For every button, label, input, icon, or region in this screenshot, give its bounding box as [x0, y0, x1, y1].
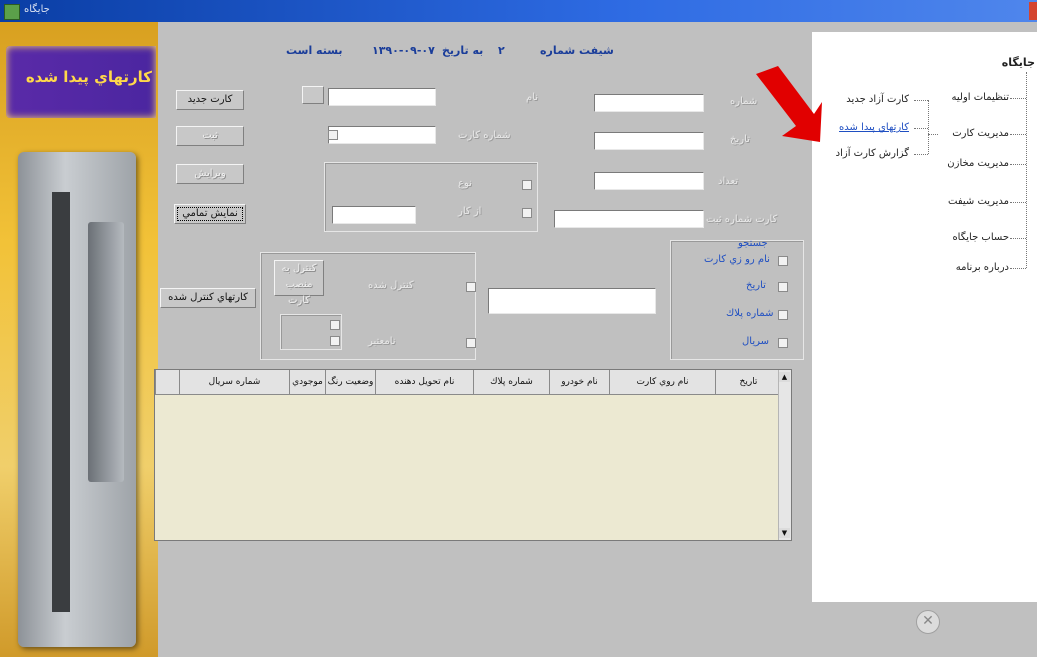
- table-header: شماره سريال موجودي وضعيت رنگ نام تحويل د…: [155, 370, 791, 395]
- date-select[interactable]: [328, 126, 436, 144]
- invalid-label: نامعتبر: [368, 336, 396, 347]
- subtree-line: [928, 100, 929, 154]
- lookup-button[interactable]: [302, 86, 324, 104]
- subtree-line-1: [914, 100, 928, 101]
- status-text: بسته است: [286, 44, 343, 57]
- checked-cards-button[interactable]: كارتهاي كنترل شده: [160, 288, 256, 308]
- scroll-up-icon[interactable]: ▲: [779, 372, 790, 382]
- tree-root[interactable]: جايگاه: [1002, 56, 1035, 69]
- sidebar-subitem-found-cards[interactable]: كارتهاي پيدا شده: [839, 122, 909, 133]
- type-option-2-label: از كار: [458, 206, 482, 217]
- card-registry-input[interactable]: [554, 210, 704, 228]
- date-value: ۱۳۹۰-۰۹-۰۷: [372, 44, 435, 57]
- sidebar-item-tank-management[interactable]: مديريت مخازن: [947, 158, 1009, 169]
- search-option-1-radio[interactable]: [778, 256, 788, 266]
- controlled-label: كنترل شده: [368, 280, 414, 291]
- window-title: جايگاه: [24, 4, 50, 15]
- found-cards-banner: كارتهاي پيدا شده: [6, 46, 156, 118]
- tree-line-5: [1010, 238, 1026, 239]
- row-selector-header: [155, 370, 179, 394]
- navigation-panel: جايگاه تنظيمات اوليه مديريت كارت مديريت …: [812, 22, 1037, 657]
- date-label: به تاريخ: [442, 44, 484, 57]
- scroll-down-icon[interactable]: ▼: [779, 528, 790, 538]
- main-form: شيفت شماره ۲ به تاريخ ۱۳۹۰-۰۹-۰۷ بسته اس…: [158, 22, 812, 657]
- tree-line-4: [1010, 202, 1026, 203]
- name-label: نام: [526, 92, 539, 103]
- col-card-name[interactable]: نام روي كارت: [609, 370, 715, 394]
- sidebar-item-about[interactable]: درباره برنامه: [956, 262, 1009, 273]
- sidebar-item-initial-settings[interactable]: تنظيمات اوليه: [952, 92, 1009, 103]
- search-option-2-radio[interactable]: [778, 282, 788, 292]
- tree-line-2: [1010, 134, 1026, 135]
- col-car-name[interactable]: نام خودرو: [549, 370, 609, 394]
- control-button[interactable]: كنترل به منصب كارت: [274, 260, 324, 306]
- small-option-1-checkbox[interactable]: [330, 320, 340, 330]
- card-number-label: شماره كارت: [458, 130, 511, 141]
- shift-label: شيفت شماره: [540, 44, 614, 57]
- sidebar-item-station-account[interactable]: حساب جايگاه: [952, 232, 1009, 243]
- subtree-connector: [928, 134, 938, 135]
- sidebar-item-card-management[interactable]: مديريت كارت: [952, 128, 1009, 139]
- window-titlebar: جايگاه: [0, 0, 1037, 22]
- type-option-1-checkbox[interactable]: [522, 180, 532, 190]
- number-input[interactable]: [594, 94, 704, 112]
- card-reader-image: [18, 152, 136, 647]
- exit-icon[interactable]: ✕: [916, 610, 940, 634]
- invalid-checkbox[interactable]: [466, 338, 476, 348]
- card-date-input[interactable]: [594, 132, 704, 150]
- controlled-checkbox[interactable]: [466, 282, 476, 292]
- search-title: جستجو: [738, 238, 768, 249]
- type-value-input[interactable]: [332, 206, 416, 224]
- sidebar-subitem-free-card-report[interactable]: گزارش كارت آزاد: [836, 148, 909, 159]
- table-scrollbar[interactable]: ▲ ▼: [778, 370, 791, 540]
- search-option-4-label: سريال: [742, 336, 769, 347]
- search-option-1-label: نام رو زي كارت: [704, 254, 770, 265]
- navigation-tree: جايگاه تنظيمات اوليه مديريت كارت مديريت …: [812, 32, 1037, 602]
- col-serial[interactable]: شماره سريال: [179, 370, 289, 394]
- col-date[interactable]: تاريخ: [715, 370, 781, 394]
- col-deliverer[interactable]: نام تحويل دهنده: [375, 370, 473, 394]
- sidebar-subitem-new-free-card[interactable]: كارت آزاد جديد: [846, 94, 909, 105]
- tree-line-1: [1010, 98, 1026, 99]
- quantity-input[interactable]: [594, 172, 704, 190]
- save-button[interactable]: ثبت: [176, 126, 244, 146]
- banner-text: كارتهاي پيدا شده: [25, 68, 152, 86]
- search-option-3-label: شماره پلاك: [726, 308, 774, 319]
- pointer-arrow-icon: [756, 66, 822, 142]
- shift-number: ۲: [498, 44, 505, 57]
- card-reader-keypad: [88, 222, 124, 482]
- search-option-2-label: تاريخ: [746, 280, 766, 291]
- col-stock[interactable]: موجودي: [289, 370, 325, 394]
- close-button[interactable]: [1029, 2, 1037, 20]
- left-decoration-panel: كارتهاي پيدا شده: [0, 22, 158, 657]
- subtree-line-2: [914, 128, 928, 129]
- search-option-4-radio[interactable]: [778, 338, 788, 348]
- subtree-line-3: [914, 154, 928, 155]
- tree-line-6: [1010, 268, 1026, 269]
- quantity-label: تعداد: [718, 176, 739, 187]
- col-color[interactable]: وضعيت رنگ: [325, 370, 375, 394]
- small-option-2-checkbox[interactable]: [330, 336, 340, 346]
- card-registry-label: كارت شماره ثبت: [706, 214, 778, 225]
- tree-line-3: [1010, 164, 1026, 165]
- cards-table[interactable]: شماره سريال موجودي وضعيت رنگ نام تحويل د…: [154, 369, 792, 541]
- new-card-button[interactable]: كارت جديد: [176, 90, 244, 110]
- date-dropdown-arrow[interactable]: [328, 130, 338, 140]
- type-option-1-label: نوع: [458, 178, 472, 189]
- card-date-label: تاريخ: [730, 134, 750, 145]
- type-option-2-checkbox[interactable]: [522, 208, 532, 218]
- edit-button[interactable]: ويرايش: [176, 164, 244, 184]
- sidebar-item-shift-management[interactable]: مديريت شيفت: [948, 196, 1009, 207]
- col-plate[interactable]: شماره پلاك: [473, 370, 549, 394]
- search-input[interactable]: [488, 288, 656, 314]
- card-slot: [52, 192, 70, 612]
- search-option-3-radio[interactable]: [778, 310, 788, 320]
- show-all-button[interactable]: نمايش تمامي: [174, 204, 246, 224]
- name-input[interactable]: [328, 88, 436, 106]
- app-icon: [4, 4, 20, 20]
- tree-trunk-line: [1026, 72, 1027, 268]
